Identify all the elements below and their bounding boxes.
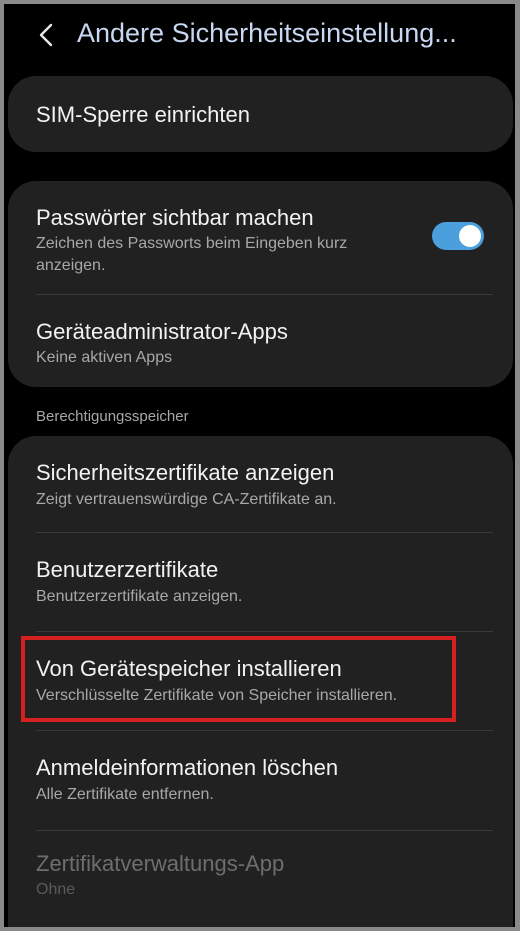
app-header: Andere Sicherheitseinstellung...: [4, 4, 515, 66]
show-passwords-sub: Zeichen des Passworts beim Eingeben kurz…: [36, 235, 348, 274]
item-title: Sicherheitszertifikate anzeigen: [36, 460, 335, 485]
user-certificates-item[interactable]: Benutzerzertifikate Benutzerzertifikate …: [8, 533, 513, 630]
item-title: Zertifikatverwaltungs-App: [36, 851, 285, 876]
item-title: Benutzerzertifikate: [36, 557, 219, 582]
toggle-knob: [459, 225, 481, 247]
item-sub: Zeigt vertrauenswürdige CA-Zertifikate a…: [36, 491, 337, 508]
clear-credentials-item[interactable]: Anmeldeinformationen löschen Alle Zertif…: [8, 731, 513, 829]
show-passwords-title: Passwörter sichtbar machen: [36, 205, 314, 230]
back-button[interactable]: [34, 22, 60, 48]
device-admin-sub: Keine aktiven Apps: [36, 349, 173, 366]
certificate-management-app-item[interactable]: Zertifikatverwaltungs-App Ohne: [8, 831, 513, 927]
screen: Andere Sicherheitseinstellung... SIM-Spe…: [4, 4, 515, 927]
security-card-group: Passwörter sichtbar machen Zeichen des P…: [8, 181, 513, 387]
show-passwords-toggle[interactable]: [432, 222, 484, 250]
item-sub: Benutzerzertifikate anzeigen.: [36, 588, 243, 605]
section-label: Berechtigungsspeicher: [36, 408, 189, 425]
item-title: Anmeldeinformationen löschen: [36, 755, 339, 780]
item-sub: Ohne: [36, 881, 76, 898]
page-title: Andere Sicherheitseinstellung...: [77, 18, 457, 48]
chevron-left-icon: [39, 23, 53, 47]
device-admin-title: Geräteadministrator-Apps: [36, 319, 288, 344]
security-certificates-item[interactable]: Sicherheitszertifikate anzeigen Zeigt ve…: [8, 436, 513, 531]
sim-lock-title: SIM-Sperre einrichten: [36, 102, 250, 127]
highlight-box: [21, 636, 456, 722]
sim-lock-item[interactable]: SIM-Sperre einrichten: [8, 76, 513, 152]
sim-card-group: SIM-Sperre einrichten: [8, 76, 513, 152]
item-sub: Alle Zertifikate entfernen.: [36, 786, 214, 803]
device-admin-item[interactable]: Geräteadministrator-Apps Keine aktiven A…: [8, 295, 513, 387]
